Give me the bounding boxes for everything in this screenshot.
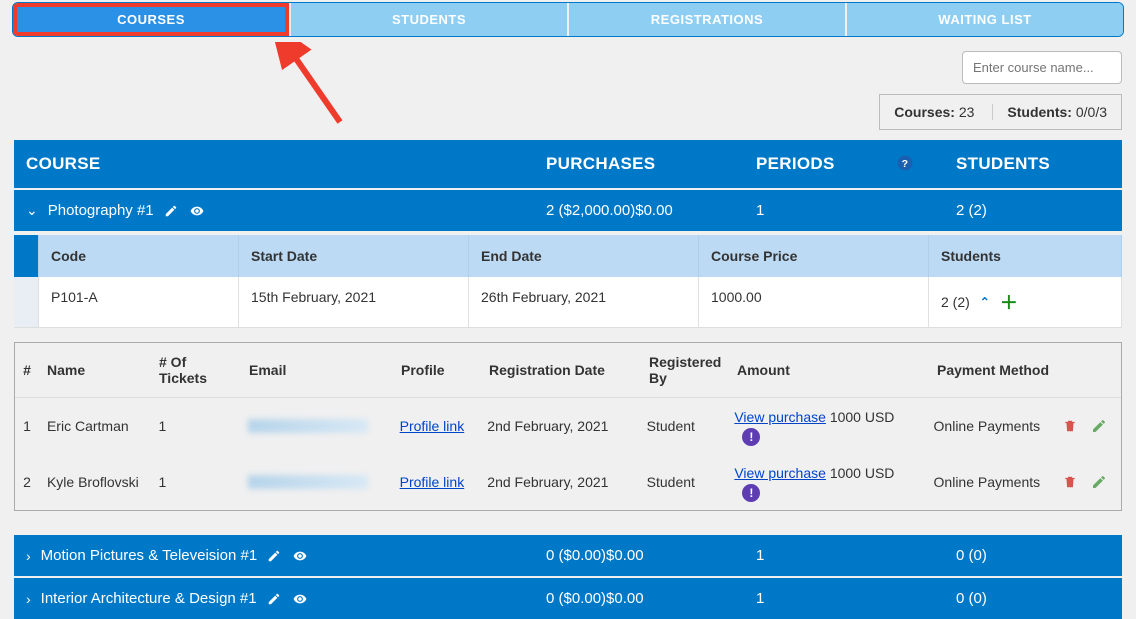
period-students: 2 (2) <box>941 294 970 310</box>
course-name: Interior Architecture & Design #1 <box>41 590 257 607</box>
ih-date: Registration Date <box>481 351 641 389</box>
help-icon[interactable]: ? <box>896 154 914 172</box>
period-end: 26th February, 2021 <box>469 277 699 327</box>
period-price: 1000.00 <box>699 277 929 327</box>
plus-icon[interactable]: ＋ <box>1000 289 1018 315</box>
view-purchase-link[interactable]: View purchase <box>734 465 826 481</box>
col-periods: PERIODS ? <box>744 140 944 188</box>
email-redacted <box>248 419 368 433</box>
ih-by: Registered By <box>641 343 729 397</box>
stats-students-value: 0/0/3 <box>1076 104 1107 120</box>
tab-waiting-list[interactable]: WAITING LIST <box>847 3 1123 36</box>
ih-pay: Payment Method <box>929 351 1059 389</box>
registrations-table: # Name # Of Tickets Email Profile Regist… <box>14 342 1122 511</box>
pencil-icon[interactable] <box>1091 418 1107 434</box>
col-course: COURSE <box>14 140 534 188</box>
main-tabs: COURSES STUDENTS REGISTRATIONS WAITING L… <box>12 2 1124 37</box>
svg-text:?: ? <box>902 158 909 170</box>
course-row-motion[interactable]: › Motion Pictures & Televeision #1 0 ($0… <box>14 533 1122 576</box>
search-input[interactable] <box>962 51 1122 84</box>
subcol-price: Course Price <box>699 235 929 277</box>
ih-name: Name <box>39 351 151 389</box>
chevron-right-icon: › <box>26 591 31 607</box>
pencil-icon[interactable] <box>267 549 281 563</box>
alert-icon[interactable]: ! <box>742 484 760 502</box>
sub-header: Code Start Date End Date Course Price St… <box>14 235 1122 277</box>
ih-profile: Profile <box>393 351 481 389</box>
purchases-value: 0 ($0.00)$0.00 <box>534 578 744 619</box>
tab-courses[interactable]: COURSES <box>13 3 289 36</box>
students-value: 0 (0) <box>944 535 1122 576</box>
subcol-start: Start Date <box>239 235 469 277</box>
stats-courses-value: 23 <box>959 104 975 120</box>
email-redacted <box>248 475 368 489</box>
period-row: P101-A 15th February, 2021 26th February… <box>14 277 1122 328</box>
ih-amount: Amount <box>729 351 929 389</box>
table-row: 1 Eric Cartman 1 Profile link 2nd Februa… <box>15 398 1121 454</box>
course-name: Photography #1 <box>48 202 154 219</box>
col-purchases: PURCHASES <box>534 140 744 188</box>
purchases-value: 0 ($0.00)$0.00 <box>534 535 744 576</box>
ih-tickets: # Of Tickets <box>151 343 241 397</box>
period-start: 15th February, 2021 <box>239 277 469 327</box>
ih-num: # <box>15 351 39 389</box>
eye-icon[interactable] <box>188 204 206 218</box>
profile-link[interactable]: Profile link <box>400 474 465 490</box>
stats-bar: Courses: 23 Students: 0/0/3 <box>879 94 1122 130</box>
stats-students-label: Students: <box>1007 104 1072 120</box>
students-value: 0 (0) <box>944 578 1122 619</box>
course-name: Motion Pictures & Televeision #1 <box>41 547 258 564</box>
stats-courses-label: Courses: <box>894 104 955 120</box>
subcol-end: End Date <box>469 235 699 277</box>
table-row: 2 Kyle Broflovski 1 Profile link 2nd Feb… <box>15 454 1121 510</box>
subcol-code: Code <box>39 235 239 277</box>
periods-value: 1 <box>744 190 944 231</box>
ih-email: Email <box>241 351 393 389</box>
pencil-icon[interactable] <box>267 592 281 606</box>
col-students: STUDENTS <box>944 140 1122 188</box>
trash-icon[interactable] <box>1063 418 1077 434</box>
subcol-students: Students <box>929 235 1122 277</box>
chevron-down-icon: ⌄ <box>26 202 38 219</box>
chevron-right-icon: › <box>26 548 31 564</box>
eye-icon[interactable] <box>291 592 309 606</box>
tab-students[interactable]: STUDENTS <box>291 3 567 36</box>
table-header: COURSE PURCHASES PERIODS ? STUDENTS <box>14 140 1122 188</box>
pencil-icon[interactable] <box>1091 474 1107 490</box>
period-code: P101-A <box>39 277 239 327</box>
periods-value: 1 <box>744 535 944 576</box>
periods-value: 1 <box>744 578 944 619</box>
course-row-interior[interactable]: › Interior Architecture & Design #1 0 ($… <box>14 576 1122 619</box>
chevron-up-icon[interactable]: ⌃ <box>980 295 990 309</box>
view-purchase-link[interactable]: View purchase <box>734 409 826 425</box>
alert-icon[interactable]: ! <box>742 428 760 446</box>
purchases-value: 2 ($2,000.00)$0.00 <box>534 190 744 231</box>
tab-registrations[interactable]: REGISTRATIONS <box>569 3 845 36</box>
pencil-icon[interactable] <box>164 204 178 218</box>
trash-icon[interactable] <box>1063 474 1077 490</box>
profile-link[interactable]: Profile link <box>400 418 465 434</box>
students-value: 2 (2) <box>944 190 1122 231</box>
eye-icon[interactable] <box>291 549 309 563</box>
course-row-photography[interactable]: ⌄ Photography #1 2 ($2,000.00)$0.00 1 2 … <box>14 188 1122 231</box>
